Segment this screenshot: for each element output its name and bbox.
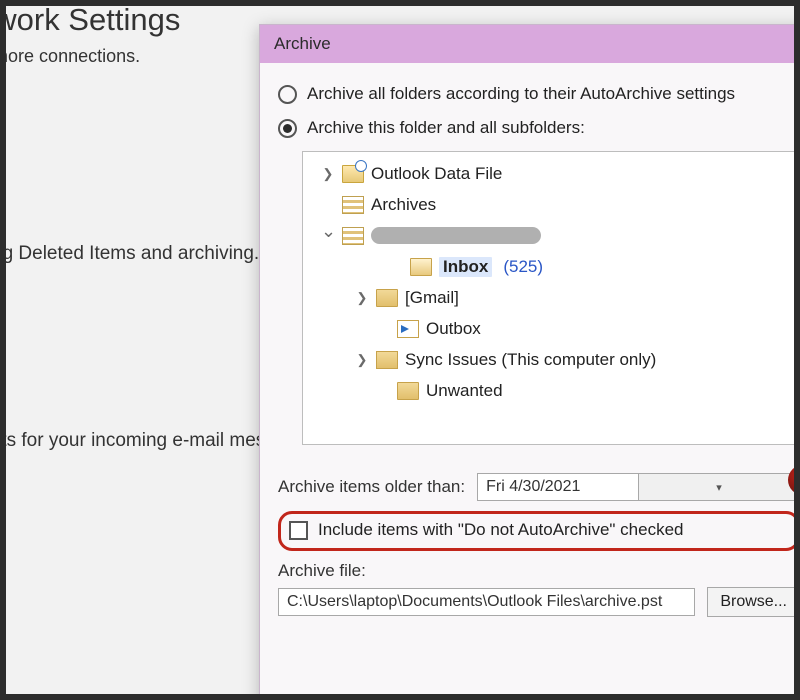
radio-all-folders[interactable]: Archive all folders according to their A… <box>278 77 794 111</box>
outlook-data-file-icon <box>342 165 364 183</box>
outbox-icon <box>397 320 419 338</box>
radio-this-folder-label: Archive this folder and all subfolders: <box>307 118 585 138</box>
radio-all-folders-label: Archive all folders according to their A… <box>307 84 735 104</box>
include-do-not-autoarchive-checkbox[interactable]: Include items with "Do not AutoArchive" … <box>289 520 787 540</box>
inbox-count: (525) <box>503 257 543 277</box>
background-deleted: Change settings for emptying Deleted Ite… <box>6 243 259 265</box>
archive-file-path-value: C:\Users\laptop\Documents\Outlook Files\… <box>287 593 662 611</box>
older-than-label: Archive items older than: <box>278 477 465 497</box>
tree-inbox-label: Inbox <box>439 257 492 277</box>
browse-button[interactable]: Browse... <box>707 587 794 617</box>
tree-unwanted[interactable]: Unwanted <box>307 375 794 406</box>
archive-dialog: Archive Archive all folders according to… <box>259 24 794 694</box>
tree-account[interactable] <box>307 220 794 251</box>
tree-label: Outbox <box>426 319 481 339</box>
tree-sync-issues[interactable]: Sync Issues (This computer only) <box>307 344 794 375</box>
folder-tree[interactable]: Outlook Data File Archives Inbox (52 <box>302 151 794 445</box>
checkbox-icon <box>289 521 308 540</box>
older-than-date-value: Fri 4/30/2021 <box>478 478 638 496</box>
archive-file-label: Archive file: <box>278 561 794 581</box>
tree-label: [Gmail] <box>405 288 459 308</box>
folder-icon <box>397 382 419 400</box>
chevron-right-icon[interactable] <box>355 290 369 306</box>
archive-file-path-input[interactable]: C:\Users\laptop\Documents\Outlook Files\… <box>278 588 695 616</box>
account-name-redacted <box>371 227 541 244</box>
radio-icon-selected <box>278 119 297 138</box>
chevron-right-icon[interactable] <box>355 352 369 368</box>
background-heading: Network Settings <box>6 6 180 38</box>
chevron-down-icon[interactable] <box>321 225 335 246</box>
highlighted-region: Include items with "Do not AutoArchive" … <box>278 511 794 551</box>
tree-archives[interactable]: Archives <box>307 189 794 220</box>
account-stack-icon <box>342 227 364 245</box>
sync-folder-icon <box>376 351 398 369</box>
tree-label: Archives <box>371 195 436 215</box>
tree-gmail[interactable]: [Gmail] <box>307 282 794 313</box>
inbox-folder-icon <box>410 258 432 276</box>
background-subtext: Set up more connections. <box>6 46 140 67</box>
tree-label: Outlook Data File <box>371 164 502 184</box>
folder-icon <box>376 289 398 307</box>
include-do-not-label: Include items with "Do not AutoArchive" … <box>318 520 683 540</box>
tree-label: Unwanted <box>426 381 503 401</box>
dialog-title: Archive <box>260 25 794 63</box>
tree-inbox[interactable]: Inbox (525) <box>307 251 794 282</box>
tree-outlook-data-file[interactable]: Outlook Data File <box>307 158 794 189</box>
tree-outbox[interactable]: Outbox <box>307 313 794 344</box>
tree-label: Sync Issues (This computer only) <box>405 350 656 370</box>
dropdown-icon[interactable]: ▾ <box>638 474 794 500</box>
radio-this-folder[interactable]: Archive this folder and all subfolders: <box>278 111 794 145</box>
chevron-right-icon[interactable] <box>321 166 335 182</box>
radio-icon <box>278 85 297 104</box>
archive-stack-icon <box>342 196 364 214</box>
older-than-date-select[interactable]: Fri 4/30/2021 ▾ <box>477 473 794 501</box>
